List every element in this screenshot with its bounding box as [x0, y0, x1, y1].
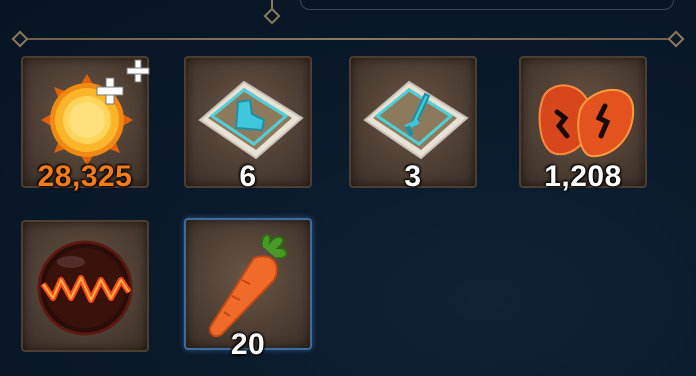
item-slot-red-leaves[interactable]: 1,208 [519, 56, 647, 193]
item-slot-lava-orb[interactable] [21, 220, 149, 352]
divider-ornament-left [11, 30, 29, 48]
item-slot-boot-scroll[interactable]: 6 [184, 56, 312, 193]
item-slot-carrot[interactable]: 20 [184, 218, 312, 361]
top-panel [300, 0, 674, 10]
lava-orb-icon [37, 240, 133, 336]
section-divider [20, 38, 676, 40]
item-count: 20 [230, 328, 266, 361]
item-slot-sword-scroll[interactable]: 3 [349, 56, 477, 193]
item-count: 28,325 [37, 160, 133, 193]
item-count: 1,208 [544, 160, 622, 193]
item-count: 3 [404, 160, 422, 193]
top-ornament [263, 7, 281, 25]
item-slot-sun-coin[interactable]: 28,325 [21, 56, 150, 193]
divider-ornament-right [667, 30, 685, 48]
item-count: 6 [239, 160, 257, 193]
